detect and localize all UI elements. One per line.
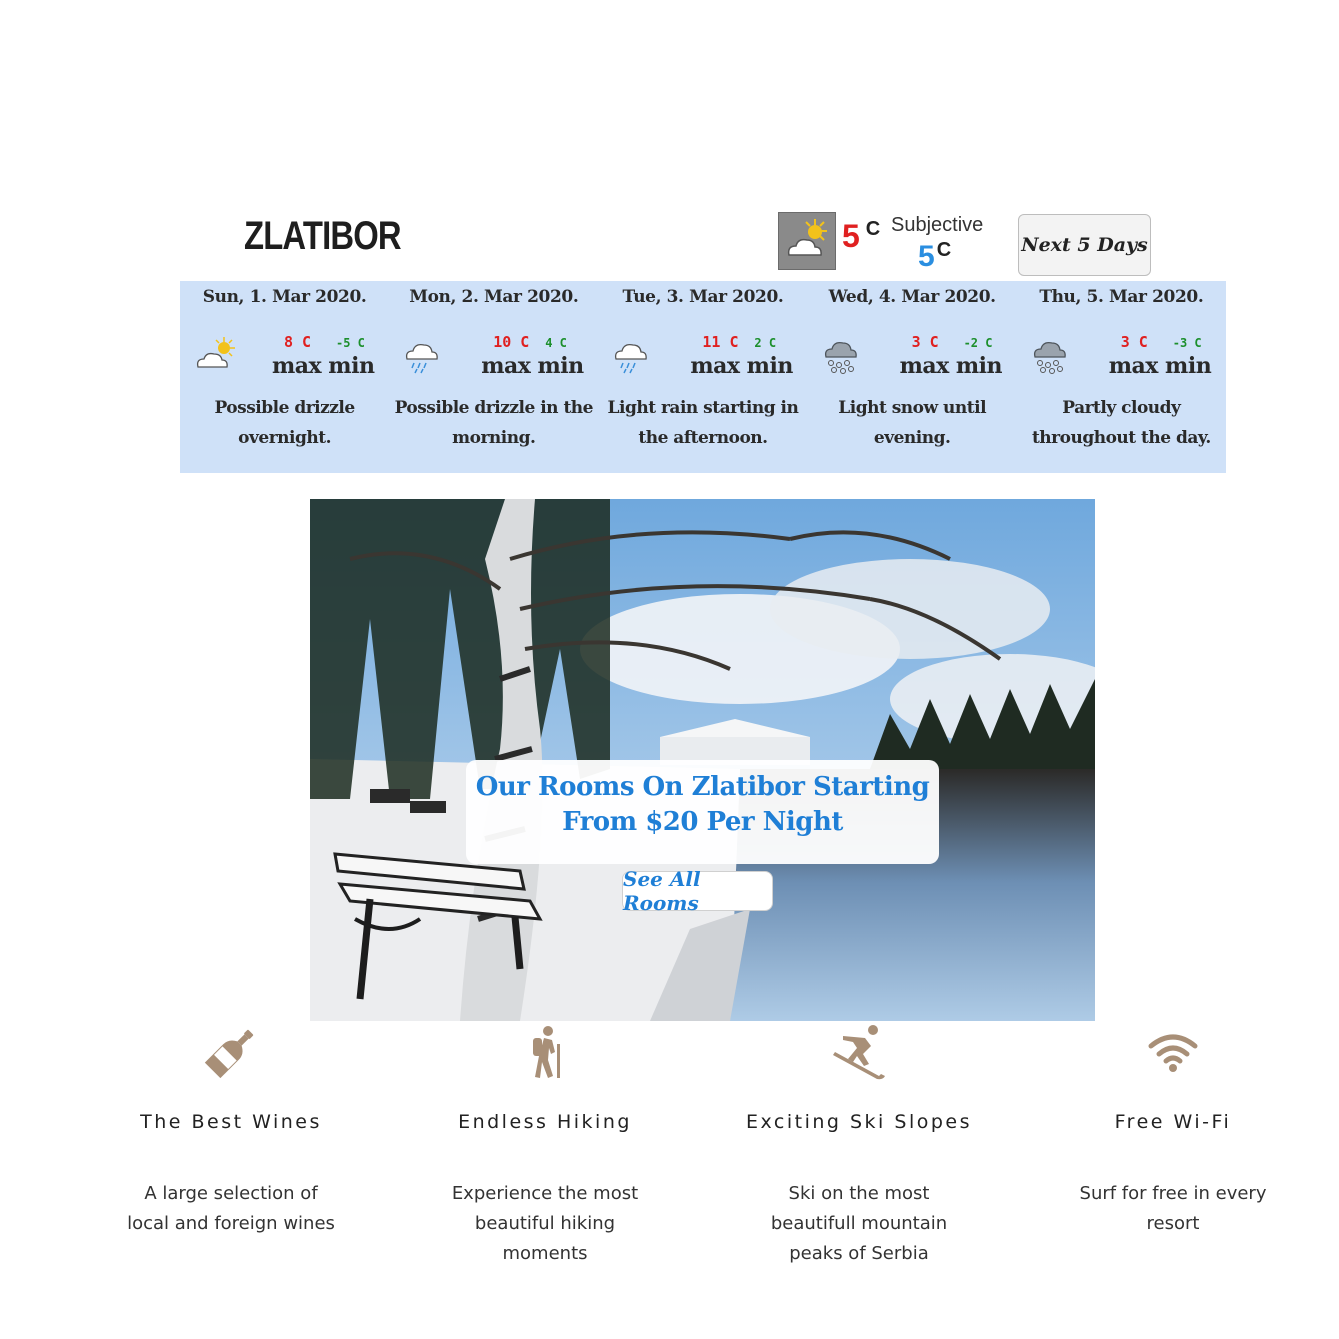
location-title: ZLATIBOR <box>244 214 402 258</box>
rain-icon <box>615 343 648 374</box>
max-min-label: max min <box>1108 353 1212 379</box>
forecast-date: Thu, 5. Mar 2020. <box>1039 287 1204 307</box>
forecast-day: Sun, 1. Mar 2020. 8 C -5 C max min Possi… <box>180 281 389 473</box>
forecast-strip: Sun, 1. Mar 2020. 8 C -5 C max min Possi… <box>180 281 1226 473</box>
feature-title: Endless Hiking <box>458 1111 632 1133</box>
max-min-label: max min <box>481 353 584 379</box>
see-all-rooms-button[interactable]: See All Rooms <box>622 867 773 915</box>
forecast-max-temp: 8 C <box>284 333 312 351</box>
feature-text: Experience the most beautiful hiking mom… <box>451 1183 639 1264</box>
max-min-label: max min <box>272 353 375 379</box>
partly-cloudy-icon <box>778 212 836 270</box>
forecast-date: Mon, 2. Mar 2020. <box>409 287 579 307</box>
feature-wifi: Free Wi-Fi Surf for free in every resort <box>1033 1022 1313 1239</box>
forecast-max-temp: 3 C <box>1120 333 1148 351</box>
feature-ski: Exciting Ski Slopes Ski on the most beau… <box>719 1022 999 1269</box>
rooms-promo-banner: Our Rooms On Zlatibor Starting From $20 … <box>466 760 939 864</box>
forecast-day: Thu, 5. Mar 2020. 3 C -3 C max min Partl… <box>1017 281 1226 473</box>
feature-title: Exciting Ski Slopes <box>745 1111 972 1133</box>
feature-text: Surf for free in every resort <box>1079 1183 1267 1234</box>
forecast-description: Light rain starting in the afternoon. <box>607 398 799 448</box>
subjective-temp-value: 5 <box>918 240 935 273</box>
next-5-days-button[interactable]: Next 5 Days <box>1018 214 1151 276</box>
promo-line-1: Our Rooms On Zlatibor Starting <box>475 772 930 802</box>
promo-line-2: From $20 Per Night <box>562 807 843 837</box>
current-temperature: 5C <box>842 218 880 255</box>
forecast-date: Wed, 4. Mar 2020. <box>828 287 996 307</box>
feature-hiking: Endless Hiking Experience the most beaut… <box>405 1022 685 1269</box>
forecast-description: Light snow until evening. <box>838 398 987 448</box>
hero-winter-lake-image: Our Rooms On Zlatibor Starting From $20 … <box>310 499 1095 1021</box>
max-min-label: max min <box>899 353 1003 379</box>
feature-title: Free Wi-Fi <box>1114 1111 1232 1133</box>
forecast-min-temp: 2 C <box>754 336 777 350</box>
forecast-day: Mon, 2. Mar 2020. 10 C 4 C max min Possi… <box>389 281 598 473</box>
forecast-max-temp: 11 C <box>702 333 739 351</box>
forecast-min-temp: 4 C <box>545 336 567 350</box>
forecast-min-temp: -5 C <box>336 336 365 350</box>
forecast-date: Sun, 1. Mar 2020. <box>202 287 367 307</box>
forecast-description: Partly cloudy throughout the day. <box>1031 398 1211 448</box>
feature-title: The Best Wines <box>140 1111 322 1133</box>
forecast-day: Tue, 3. Mar 2020. 11 C 2 C max min Light… <box>598 281 807 473</box>
forecast-max-temp: 10 C <box>493 333 530 351</box>
forecast-min-temp: -2 C <box>963 336 993 350</box>
forecast-max-temp: 3 C <box>911 333 939 351</box>
subjective-temperature: 5C <box>918 239 952 274</box>
max-min-label: max min <box>690 353 793 379</box>
rain-icon <box>406 343 438 374</box>
current-temp-value: 5 <box>842 218 860 254</box>
feature-text: Ski on the most beautifull mountain peak… <box>770 1183 948 1264</box>
partly-cloudy-icon <box>196 337 235 368</box>
forecast-min-temp: -3 C <box>1172 336 1202 350</box>
feature-wines: The Best Wines A large selection of loca… <box>91 1022 371 1239</box>
skiing-icon <box>833 1025 885 1080</box>
wifi-icon <box>1148 1034 1198 1072</box>
subjective-temp-unit: C <box>936 239 952 261</box>
snow-icon <box>824 341 857 374</box>
subjective-label: Subjective <box>891 214 984 236</box>
hiking-icon <box>533 1026 560 1078</box>
forecast-date: Tue, 3. Mar 2020. <box>622 287 784 307</box>
wine-bottle-icon <box>204 1029 254 1079</box>
feature-text: A large selection of local and foreign w… <box>127 1183 335 1234</box>
forecast-day: Wed, 4. Mar 2020. 3 C -2 C max min Light… <box>808 281 1017 473</box>
forecast-description: Possible drizzle overnight. <box>214 398 355 448</box>
snow-icon <box>1033 341 1066 374</box>
forecast-description: Possible drizzle in the morning. <box>394 398 594 448</box>
current-temp-unit: C <box>865 218 881 240</box>
